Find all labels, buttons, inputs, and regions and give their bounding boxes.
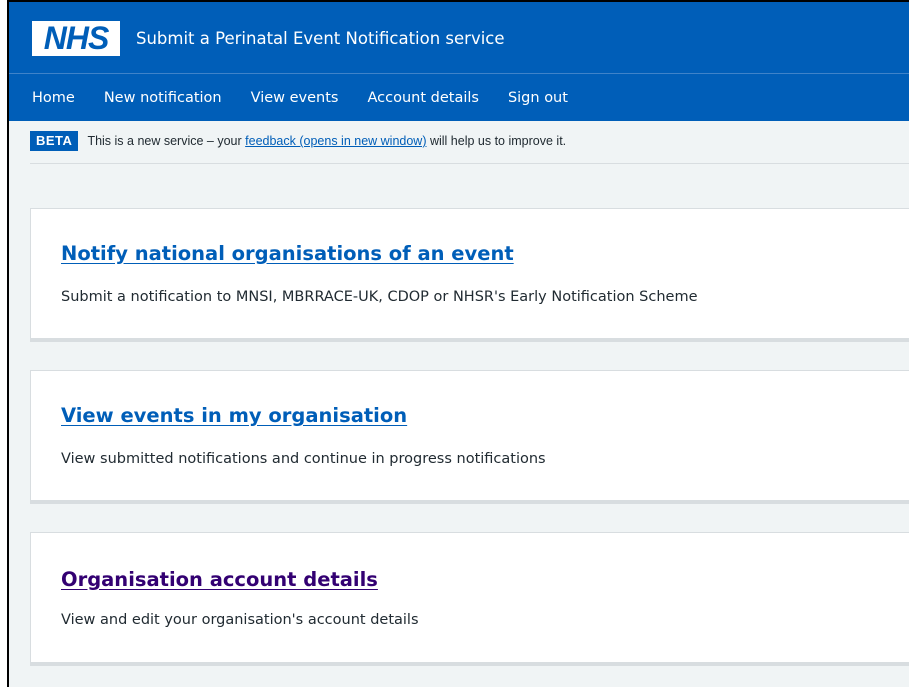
beta-banner: BETA This is a new service – your feedba… (9, 121, 909, 164)
nav-item-view-events[interactable]: View events (251, 88, 339, 108)
card-description: Submit a notification to MNSI, MBRRACE-U… (61, 289, 698, 305)
card-view-events: View events in my organisation View subm… (30, 370, 909, 504)
nhs-logo[interactable]: NHS (32, 21, 120, 56)
account-details-link[interactable]: Organisation account details (61, 568, 378, 591)
card-account-details: Organisation account details View and ed… (30, 532, 909, 666)
header-top: NHS Submit a Perinatal Event Notificatio… (9, 2, 909, 74)
beta-divider (30, 163, 909, 164)
card-description: View submitted notifications and continu… (61, 451, 546, 467)
card-description: View and edit your organisation's accoun… (61, 612, 419, 628)
nav-item-account-details[interactable]: Account details (367, 88, 478, 108)
browser-viewport: NHS Submit a Perinatal Event Notificatio… (7, 0, 909, 687)
notify-event-link[interactable]: Notify national organisations of an even… (61, 242, 514, 265)
nav-item-new-notification[interactable]: New notification (104, 88, 222, 108)
site-header: NHS Submit a Perinatal Event Notificatio… (9, 2, 909, 121)
feedback-link[interactable]: feedback (opens in new window) (245, 134, 426, 148)
beta-text-before: This is a new service – your (87, 134, 246, 148)
nav-item-home[interactable]: Home (32, 88, 75, 108)
nhs-logo-text: NHS (43, 20, 110, 56)
view-events-link[interactable]: View events in my organisation (61, 404, 407, 427)
beta-text-after: will help us to improve it. (426, 134, 567, 148)
beta-message: This is a new service – your feedback (o… (87, 134, 566, 148)
primary-navigation: Home New notification View events Accoun… (9, 74, 909, 121)
beta-tag: BETA (30, 131, 79, 151)
service-name-link[interactable]: Submit a Perinatal Event Notification se… (136, 29, 505, 49)
nav-item-sign-out[interactable]: Sign out (508, 88, 568, 108)
card-notify-event: Notify national organisations of an even… (30, 208, 909, 342)
